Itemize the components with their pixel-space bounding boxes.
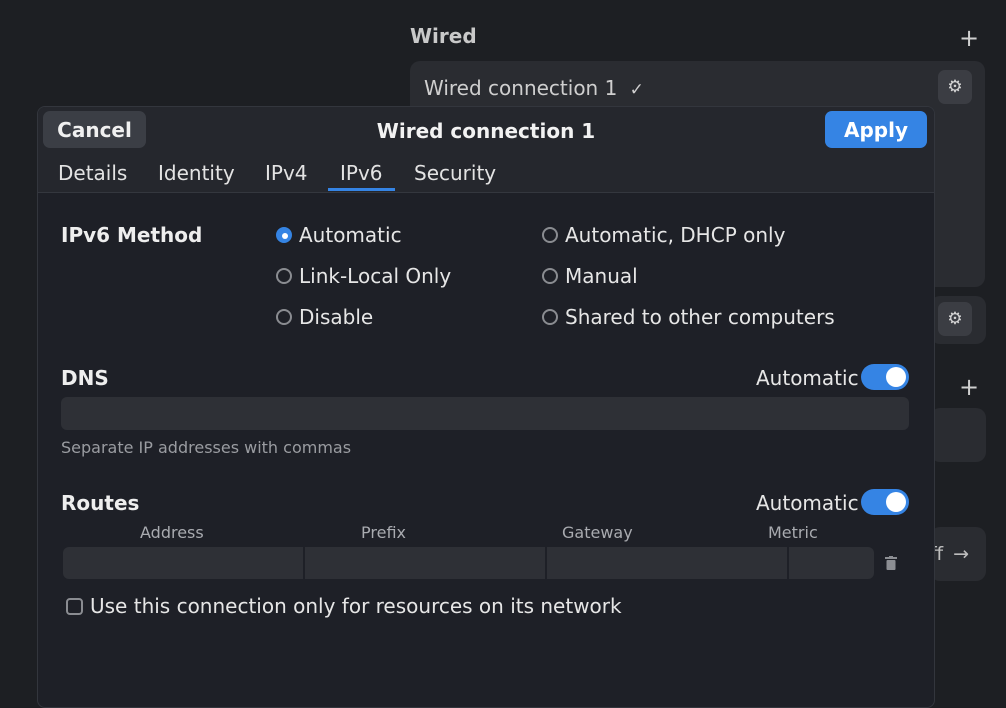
- active-tab-indicator: [328, 188, 395, 191]
- wired-section-title: Wired: [410, 24, 477, 48]
- radio-selected-icon: [276, 227, 292, 243]
- radio-label: Automatic, DHCP only: [565, 223, 786, 247]
- connection-name: Wired connection 1: [424, 76, 618, 100]
- dialog-title: Wired connection 1: [376, 119, 596, 143]
- restrict-to-network-checkbox[interactable]: Use this connection only for resources o…: [66, 594, 622, 618]
- radio-disable[interactable]: Disable: [276, 305, 373, 329]
- dialog-header: Cancel Wired connection 1 Apply: [38, 107, 934, 155]
- restrict-to-network-label: Use this connection only for resources o…: [90, 594, 622, 618]
- route-metric-input[interactable]: [789, 547, 874, 579]
- radio-shared-to-other-computers[interactable]: Shared to other computers: [542, 305, 835, 329]
- dns-automatic-label: Automatic: [756, 366, 859, 390]
- add-vpn-icon[interactable]: +: [959, 375, 979, 399]
- radio-label: Disable: [299, 305, 374, 329]
- radio-link-local-only[interactable]: Link-Local Only: [276, 264, 451, 288]
- routes-automatic-label: Automatic: [756, 491, 859, 515]
- radio-label: Manual: [565, 264, 638, 288]
- add-wired-connection-icon[interactable]: +: [959, 26, 979, 50]
- tab-security[interactable]: Security: [414, 161, 496, 185]
- arrow-right-icon: →: [953, 543, 970, 565]
- routes-label: Routes: [61, 491, 140, 515]
- second-connection-card: ⚙: [930, 296, 986, 344]
- vpn-card: [930, 408, 986, 462]
- radio-unselected-icon: [276, 309, 292, 325]
- tab-bar: Details Identity IPv4 IPv6 Security: [38, 155, 934, 193]
- proxy-status: ff →: [930, 543, 969, 565]
- connection-dialog: Cancel Wired connection 1 Apply Details …: [37, 106, 935, 708]
- radio-label: Automatic: [299, 223, 402, 247]
- radio-unselected-icon: [276, 268, 292, 284]
- tab-ipv6[interactable]: IPv6: [340, 161, 383, 185]
- dns-input[interactable]: [61, 397, 909, 430]
- route-column-address: Address: [140, 523, 204, 542]
- radio-automatic[interactable]: Automatic: [276, 223, 402, 247]
- ipv6-method-label: IPv6 Method: [61, 223, 203, 247]
- radio-unselected-icon: [542, 268, 558, 284]
- radio-automatic-dhcp-only[interactable]: Automatic, DHCP only: [542, 223, 785, 247]
- dns-label: DNS: [61, 366, 109, 390]
- tab-identity[interactable]: Identity: [158, 161, 235, 185]
- routes-automatic-toggle[interactable]: [861, 489, 909, 515]
- dns-hint: Separate IP addresses with commas: [61, 438, 352, 457]
- route-column-metric: Metric: [768, 523, 818, 542]
- delete-route-trash-icon[interactable]: [875, 547, 907, 579]
- toggle-knob: [886, 492, 906, 512]
- radio-unselected-icon: [542, 309, 558, 325]
- tab-details[interactable]: Details: [58, 161, 127, 185]
- dns-automatic-toggle[interactable]: [861, 364, 909, 390]
- connection-settings-gear-icon[interactable]: ⚙: [938, 70, 972, 104]
- wired-connection-label: Wired connection 1 ✓: [424, 76, 644, 100]
- second-connection-gear-icon[interactable]: ⚙: [938, 302, 972, 336]
- route-column-gateway: Gateway: [562, 523, 633, 542]
- tab-ipv4[interactable]: IPv4: [265, 161, 308, 185]
- connected-check-icon: ✓: [629, 80, 644, 100]
- toggle-knob: [886, 367, 906, 387]
- radio-label: Link-Local Only: [299, 264, 452, 288]
- checkbox-unchecked-icon: [66, 597, 83, 615]
- radio-unselected-icon: [542, 227, 558, 243]
- route-column-prefix: Prefix: [361, 523, 406, 542]
- route-prefix-input[interactable]: [305, 547, 545, 579]
- route-address-input[interactable]: [63, 547, 303, 579]
- radio-label: Shared to other computers: [565, 305, 835, 329]
- apply-button[interactable]: Apply: [825, 111, 927, 148]
- route-gateway-input[interactable]: [547, 547, 787, 579]
- radio-manual[interactable]: Manual: [542, 264, 638, 288]
